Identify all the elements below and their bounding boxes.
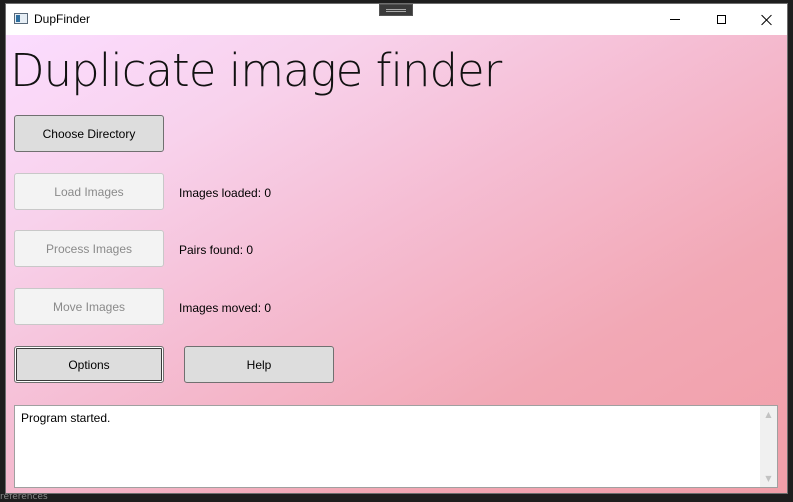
minimize-button[interactable] — [652, 4, 698, 35]
background-editor-right — [788, 0, 793, 502]
load-images-button[interactable]: Load Images — [14, 173, 164, 210]
background-editor-bottom — [0, 494, 793, 502]
log-textbox[interactable]: Program started. ▲ ▼ — [14, 405, 778, 488]
scroll-down-icon[interactable]: ▼ — [760, 470, 777, 487]
log-text: Program started. — [21, 411, 111, 425]
process-images-button[interactable]: Process Images — [14, 230, 164, 267]
minimize-icon — [670, 19, 680, 20]
help-button[interactable]: Help — [184, 346, 334, 383]
options-button[interactable]: Options — [14, 346, 164, 383]
scroll-up-icon[interactable]: ▲ — [760, 406, 777, 423]
maximize-button[interactable] — [698, 4, 744, 35]
images-moved-label: Images moved: 0 — [179, 301, 272, 315]
app-window: DupFinder Duplicate image finder Choose … — [5, 3, 788, 494]
move-images-button[interactable]: Move Images — [14, 288, 164, 325]
app-icon — [14, 13, 28, 24]
page-title: Duplicate image finder — [10, 44, 502, 97]
dock-grip-handle[interactable] — [379, 4, 413, 16]
pairs-found-label: Pairs found: 0 — [179, 243, 254, 257]
main-panel: Duplicate image finder Choose Directory … — [6, 35, 787, 493]
maximize-icon — [716, 15, 726, 24]
background-status-text: references — [0, 492, 48, 502]
choose-directory-button[interactable]: Choose Directory — [14, 115, 164, 152]
window-title: DupFinder — [34, 12, 91, 26]
close-icon — [761, 14, 773, 26]
log-scrollbar[interactable]: ▲ ▼ — [760, 406, 777, 487]
close-button[interactable] — [744, 4, 787, 35]
images-loaded-label: Images loaded: 0 — [179, 186, 272, 200]
